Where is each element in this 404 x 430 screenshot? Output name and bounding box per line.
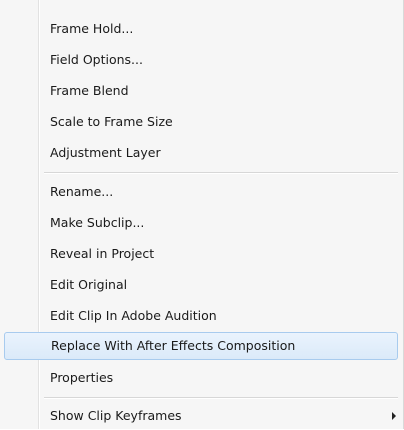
menu-item-frame-hold[interactable]: Frame Hold... <box>0 15 404 43</box>
menu-item-edit-original[interactable]: Edit Original <box>0 271 404 299</box>
menu-item-label: Scale to Frame Size <box>50 114 173 129</box>
menu-item-label: Rename... <box>50 184 114 199</box>
menu-item-label: Frame Hold... <box>50 21 134 36</box>
menu-item-adjustment-layer[interactable]: Adjustment Layer <box>0 139 404 167</box>
menu-item-label: Properties <box>50 370 114 385</box>
submenu-arrow-icon <box>392 412 396 420</box>
menu-item-label: Field Options... <box>50 52 143 67</box>
menu-item-label: Replace With After Effects Composition <box>51 338 296 353</box>
menu-item-label: Adjustment Layer <box>50 145 161 160</box>
menu-item-label: Edit Original <box>50 277 128 292</box>
menu-item-label: Make Subclip... <box>50 215 145 230</box>
menu-item-label: Frame Blend <box>50 83 129 98</box>
menu-item-reveal-in-project[interactable]: Reveal in Project <box>0 240 404 268</box>
menu-item-edit-clip-in-adobe-audition[interactable]: Edit Clip In Adobe Audition <box>0 302 404 330</box>
menu-item-label: Edit Clip In Adobe Audition <box>50 308 217 323</box>
menu-separator <box>44 172 398 174</box>
menu-item-label: Show Clip Keyframes <box>50 408 182 423</box>
menu-item-properties[interactable]: Properties <box>0 364 404 392</box>
menu-item-make-subclip[interactable]: Make Subclip... <box>0 209 404 237</box>
menu-item-frame-blend[interactable]: Frame Blend <box>0 77 404 105</box>
menu-item-rename[interactable]: Rename... <box>0 178 404 206</box>
menu-separator <box>44 397 398 399</box>
menu-item-field-options[interactable]: Field Options... <box>0 46 404 74</box>
context-menu: Frame Hold... Field Options... Frame Ble… <box>0 0 404 429</box>
menu-item-label: Reveal in Project <box>50 246 155 261</box>
menu-item-replace-with-after-effects-composition[interactable]: Replace With After Effects Composition <box>4 332 398 360</box>
menu-item-scale-to-frame-size[interactable]: Scale to Frame Size <box>0 108 404 136</box>
menu-item-show-clip-keyframes[interactable]: Show Clip Keyframes <box>0 402 404 430</box>
